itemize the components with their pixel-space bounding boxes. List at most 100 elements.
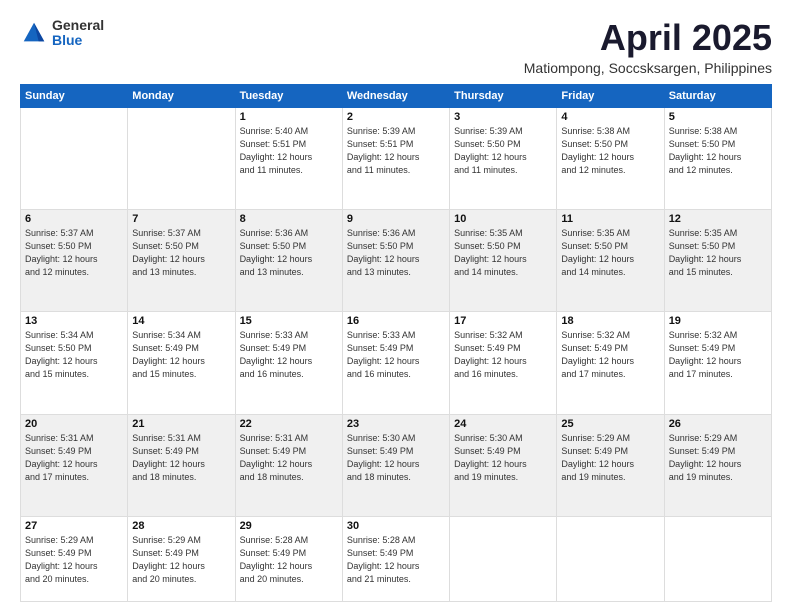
calendar-cell: 15Sunrise: 5:33 AM Sunset: 5:49 PM Dayli… [235,312,342,414]
calendar-cell: 13 Sunrise: 5:34 AM Sunset: 5:50 PM Dayli… [21,312,128,414]
calendar-week-row: 6 Sunrise: 5:37 AM Sunset: 5:50 PM Daylig… [21,209,772,311]
calendar-weekday-header: Wednesday [342,84,449,107]
day-info: Sunrise: 5:28 AM Sunset: 5:49 PM Dayligh… [240,534,338,586]
calendar-weekday-header: Sunday [21,84,128,107]
day-number: 1 [240,111,338,123]
title-block: April 2025 Matiompong, Soccsksargen, Phi… [524,18,772,76]
day-number: 19 [669,315,767,327]
day-info: Sunrise: 5:33 AM Sunset: 5:49 PM Dayligh… [347,329,445,381]
day-number: 20 [25,418,123,430]
day-info: Sunrise: 5:35 AM Sunset: 5:50 PM Dayligh… [669,227,767,279]
calendar-weekday-header: Tuesday [235,84,342,107]
main-title: April 2025 [524,18,772,58]
calendar-cell: 6 Sunrise: 5:37 AM Sunset: 5:50 PM Daylig… [21,209,128,311]
day-number: 13 [25,315,123,327]
calendar-cell: 28Sunrise: 5:29 AM Sunset: 5:49 PM Dayli… [128,516,235,601]
day-info: Sunrise: 5:35 AM Sunset: 5:50 PM Dayligh… [454,227,552,279]
calendar-weekday-header: Saturday [664,84,771,107]
calendar-cell: 25 Sunrise: 5:29 AM Sunset: 5:49 PM Dayli… [557,414,664,516]
day-info: Sunrise: 5:32 AM Sunset: 5:49 PM Dayligh… [561,329,659,381]
calendar-cell: 4 Sunrise: 5:38 AM Sunset: 5:50 PM Daylig… [557,107,664,209]
calendar-cell: 22 Sunrise: 5:31 AM Sunset: 5:49 PM Dayli… [235,414,342,516]
day-info: Sunrise: 5:37 AM Sunset: 5:50 PM Dayligh… [132,227,230,279]
day-info: Sunrise: 5:31 AM Sunset: 5:49 PM Dayligh… [132,432,230,484]
day-number: 24 [454,418,552,430]
calendar-cell: 27Sunrise: 5:29 AM Sunset: 5:49 PM Dayli… [21,516,128,601]
day-info: Sunrise: 5:34 AM Sunset: 5:50 PM Dayligh… [25,329,123,381]
day-info: Sunrise: 5:30 AM Sunset: 5:49 PM Dayligh… [454,432,552,484]
calendar-cell [128,107,235,209]
calendar-cell: 26 Sunrise: 5:29 AM Sunset: 5:49 PM Dayli… [664,414,771,516]
calendar-cell: 14Sunrise: 5:34 AM Sunset: 5:49 PM Dayli… [128,312,235,414]
day-number: 8 [240,213,338,225]
calendar-cell: 29 Sunrise: 5:28 AM Sunset: 5:49 PM Dayli… [235,516,342,601]
day-number: 2 [347,111,445,123]
calendar-cell: 20Sunrise: 5:31 AM Sunset: 5:49 PM Dayli… [21,414,128,516]
calendar-cell: 30 Sunrise: 5:28 AM Sunset: 5:49 PM Dayli… [342,516,449,601]
day-info: Sunrise: 5:38 AM Sunset: 5:50 PM Dayligh… [669,125,767,177]
day-number: 21 [132,418,230,430]
calendar-cell [557,516,664,601]
calendar-cell: 21 Sunrise: 5:31 AM Sunset: 5:49 PM Dayli… [128,414,235,516]
day-number: 6 [25,213,123,225]
day-info: Sunrise: 5:32 AM Sunset: 5:49 PM Dayligh… [454,329,552,381]
day-info: Sunrise: 5:29 AM Sunset: 5:49 PM Dayligh… [561,432,659,484]
day-number: 9 [347,213,445,225]
logo-text: General Blue [52,18,104,49]
calendar-cell: 7Sunrise: 5:37 AM Sunset: 5:50 PM Daylig… [128,209,235,311]
day-info: Sunrise: 5:31 AM Sunset: 5:49 PM Dayligh… [240,432,338,484]
calendar-cell: 3Sunrise: 5:39 AM Sunset: 5:50 PM Daylig… [450,107,557,209]
day-number: 5 [669,111,767,123]
day-number: 17 [454,315,552,327]
day-number: 23 [347,418,445,430]
day-number: 10 [454,213,552,225]
day-number: 26 [669,418,767,430]
day-info: Sunrise: 5:39 AM Sunset: 5:51 PM Dayligh… [347,125,445,177]
day-info: Sunrise: 5:35 AM Sunset: 5:50 PM Dayligh… [561,227,659,279]
calendar-table: SundayMondayTuesdayWednesdayThursdayFrid… [20,84,772,602]
day-info: Sunrise: 5:36 AM Sunset: 5:50 PM Dayligh… [240,227,338,279]
day-number: 16 [347,315,445,327]
calendar-cell: 12Sunrise: 5:35 AM Sunset: 5:50 PM Dayli… [664,209,771,311]
calendar-header-row: SundayMondayTuesdayWednesdayThursdayFrid… [21,84,772,107]
calendar-cell: 19 Sunrise: 5:32 AM Sunset: 5:49 PM Dayli… [664,312,771,414]
day-number: 29 [240,520,338,532]
header: General Blue April 2025 Matiompong, Socc… [20,18,772,76]
calendar-cell: 23 Sunrise: 5:30 AM Sunset: 5:49 PM Dayli… [342,414,449,516]
calendar-cell: 24 Sunrise: 5:30 AM Sunset: 5:49 PM Dayli… [450,414,557,516]
day-info: Sunrise: 5:33 AM Sunset: 5:49 PM Dayligh… [240,329,338,381]
calendar-weekday-header: Friday [557,84,664,107]
page: General Blue April 2025 Matiompong, Socc… [0,0,792,612]
day-number: 14 [132,315,230,327]
day-info: Sunrise: 5:28 AM Sunset: 5:49 PM Dayligh… [347,534,445,586]
calendar-cell: 1 Sunrise: 5:40 AM Sunset: 5:51 PM Daylig… [235,107,342,209]
calendar-week-row: 1 Sunrise: 5:40 AM Sunset: 5:51 PM Daylig… [21,107,772,209]
calendar-cell: 9Sunrise: 5:36 AM Sunset: 5:50 PM Daylig… [342,209,449,311]
day-info: Sunrise: 5:38 AM Sunset: 5:50 PM Dayligh… [561,125,659,177]
day-info: Sunrise: 5:32 AM Sunset: 5:49 PM Dayligh… [669,329,767,381]
calendar-weekday-header: Thursday [450,84,557,107]
logo-icon [20,19,48,47]
logo: General Blue [20,18,104,49]
day-number: 30 [347,520,445,532]
day-info: Sunrise: 5:39 AM Sunset: 5:50 PM Dayligh… [454,125,552,177]
sub-title: Matiompong, Soccsksargen, Philippines [524,60,772,76]
calendar-week-row: 20 Sunrise: 5:31 AM Sunset: 5:49 PM Dayli… [21,414,772,516]
calendar-cell: 16 Sunrise: 5:33 AM Sunset: 5:49 PM Dayli… [342,312,449,414]
day-info: Sunrise: 5:40 AM Sunset: 5:51 PM Dayligh… [240,125,338,177]
calendar-cell: 17 Sunrise: 5:32 AM Sunset: 5:49 PM Dayli… [450,312,557,414]
day-number: 4 [561,111,659,123]
calendar-cell [450,516,557,601]
logo-blue: Blue [52,33,104,48]
day-info: Sunrise: 5:30 AM Sunset: 5:49 PM Dayligh… [347,432,445,484]
calendar-cell: 8 Sunrise: 5:36 AM Sunset: 5:50 PM Daylig… [235,209,342,311]
calendar-cell [664,516,771,601]
day-info: Sunrise: 5:29 AM Sunset: 5:49 PM Dayligh… [132,534,230,586]
calendar-weekday-header: Monday [128,84,235,107]
day-info: Sunrise: 5:29 AM Sunset: 5:49 PM Dayligh… [669,432,767,484]
day-number: 25 [561,418,659,430]
day-number: 22 [240,418,338,430]
calendar-week-row: 27Sunrise: 5:29 AM Sunset: 5:49 PM Dayli… [21,516,772,601]
day-info: Sunrise: 5:37 AM Sunset: 5:50 PM Dayligh… [25,227,123,279]
calendar-cell [21,107,128,209]
